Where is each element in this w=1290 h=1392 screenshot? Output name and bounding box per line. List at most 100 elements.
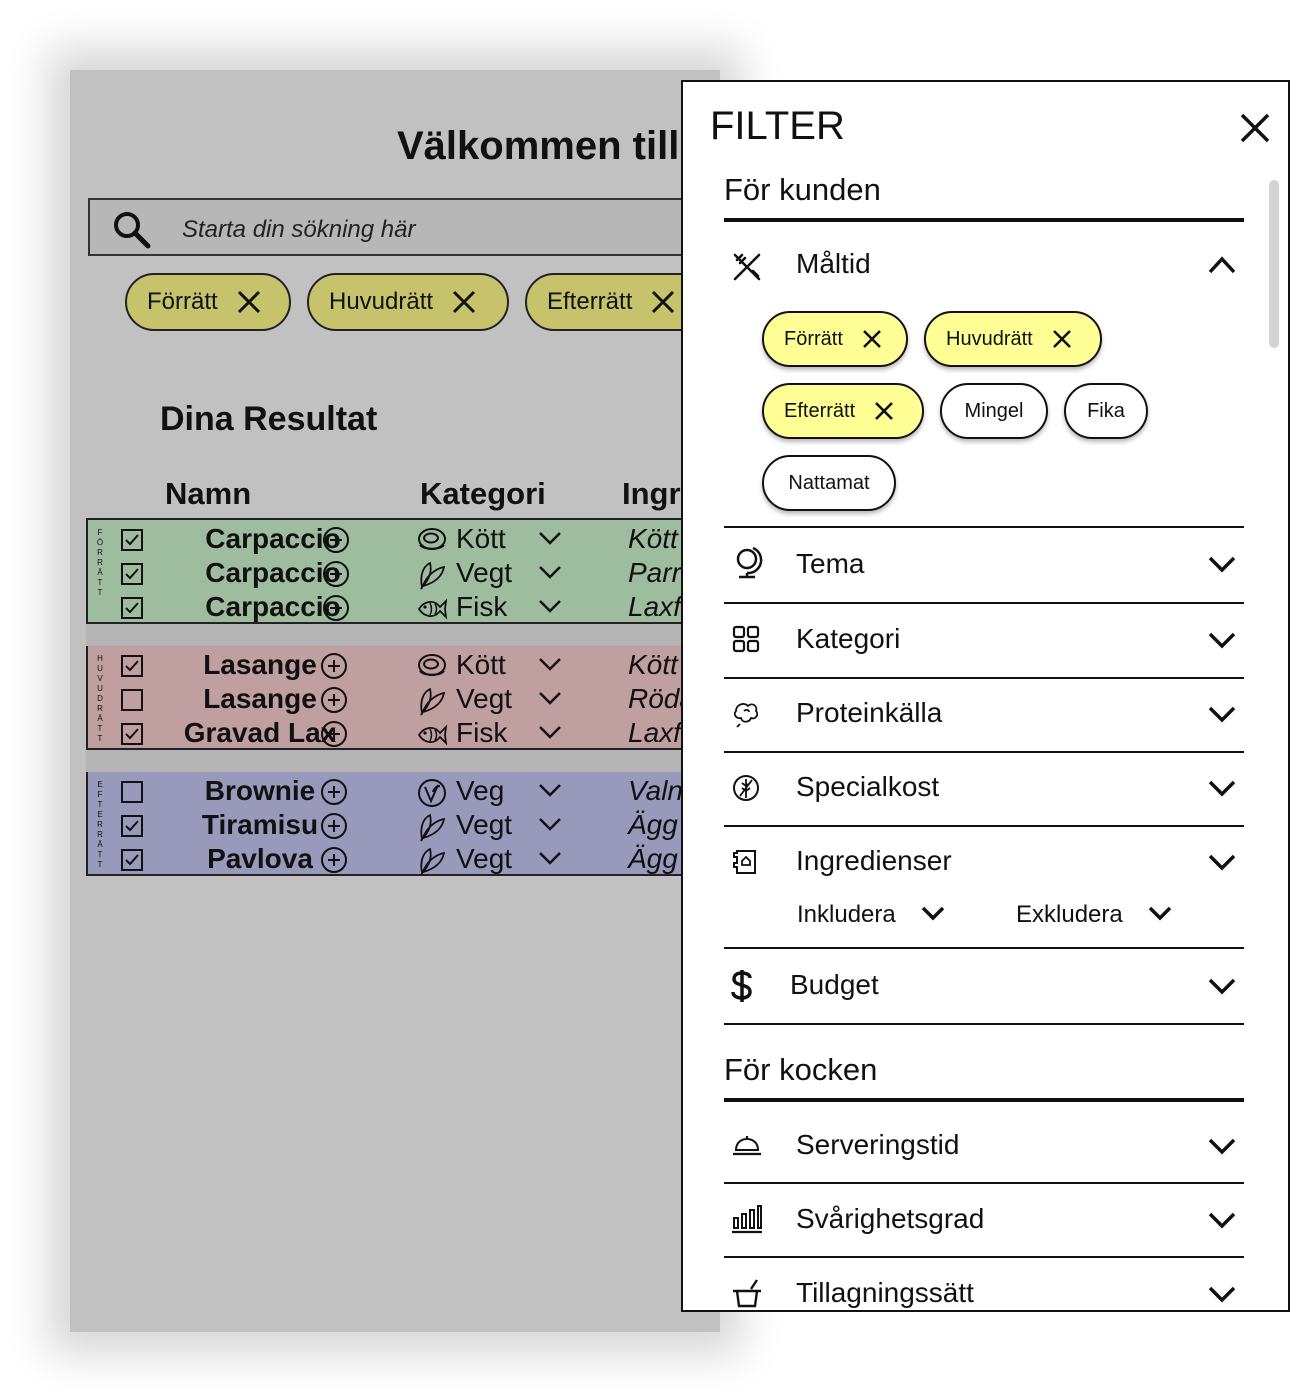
- dish-name[interactable]: Carpaccio: [163, 556, 383, 590]
- divider: [724, 947, 1244, 949]
- include-dropdown[interactable]: Inkludera: [797, 901, 896, 929]
- chevron-down-icon[interactable]: [538, 724, 562, 740]
- search-icon: [114, 212, 151, 249]
- chevron-down-icon[interactable]: [538, 816, 562, 832]
- divider: [86, 750, 720, 772]
- add-circle-icon[interactable]: [322, 526, 350, 554]
- chevron-down-icon[interactable]: [1207, 852, 1237, 872]
- accordion-label-serveringstid[interactable]: Serveringstid: [796, 1129, 959, 1161]
- checkbox-checked-icon[interactable]: [120, 814, 144, 838]
- add-circle-icon[interactable]: [322, 560, 350, 588]
- chevron-down-icon[interactable]: [1207, 976, 1237, 996]
- checkbox-checked-icon[interactable]: [120, 848, 144, 872]
- chevron-down-icon[interactable]: [538, 598, 562, 614]
- checkbox-icon[interactable]: [120, 780, 144, 804]
- accordion-label-kategori[interactable]: Kategori: [796, 623, 900, 655]
- ingredient-label: Parr: [628, 557, 681, 588]
- accordion-label-specialkost[interactable]: Specialkost: [796, 771, 939, 803]
- meal-option-chip[interactable]: Mingel: [940, 383, 1048, 439]
- chevron-down-icon[interactable]: [538, 656, 562, 672]
- meat-icon: [418, 654, 446, 676]
- chevron-down-icon[interactable]: [920, 905, 946, 923]
- checkbox-icon[interactable]: [120, 688, 144, 712]
- table-row[interactable]: Carpaccio Fisk Laxf: [88, 590, 720, 624]
- accordion-label-svarighetsgrad[interactable]: Svårighetsgrad: [796, 1203, 984, 1235]
- table-row[interactable]: Pavlova Vegt Ägg: [88, 842, 720, 876]
- chevron-down-icon[interactable]: [1207, 778, 1237, 798]
- leaf-icon: [420, 813, 446, 842]
- accordion-label-budget[interactable]: Budget: [790, 969, 879, 1001]
- meal-option-chip[interactable]: Fika: [1064, 383, 1148, 439]
- meal-option-chip[interactable]: Nattamat: [762, 455, 896, 511]
- accordion-label-ingredienser[interactable]: Ingredienser: [796, 845, 952, 877]
- accordion-label-tillagningssatt[interactable]: Tillagningssätt: [796, 1277, 974, 1309]
- checkbox-checked-icon[interactable]: [120, 596, 144, 620]
- meat-icon: [418, 528, 446, 550]
- checkbox-checked-icon[interactable]: [120, 722, 144, 746]
- category-label: Vegt: [456, 843, 513, 874]
- table-row[interactable]: Carpaccio Kött Kött: [88, 522, 720, 556]
- divider: [724, 1182, 1244, 1184]
- add-circle-icon[interactable]: [320, 778, 348, 806]
- accordion-label-maltid[interactable]: Måltid: [796, 248, 871, 280]
- dish-name[interactable]: Carpaccio: [163, 522, 383, 556]
- filter-chip-forratt[interactable]: Förrätt: [125, 273, 291, 331]
- checkbox-checked-icon[interactable]: [120, 654, 144, 678]
- chevron-down-icon[interactable]: [538, 782, 562, 798]
- add-circle-icon[interactable]: [320, 720, 348, 748]
- divider: [724, 825, 1244, 827]
- search-bar[interactable]: Starta din sökning här: [88, 198, 720, 256]
- table-row[interactable]: Tiramisu Vegt Ägg: [88, 808, 720, 842]
- add-circle-icon[interactable]: [320, 846, 348, 874]
- chevron-down-icon[interactable]: [538, 530, 562, 546]
- chevron-down-icon[interactable]: [1207, 1284, 1237, 1304]
- chevron-down-icon[interactable]: [538, 850, 562, 866]
- table-row[interactable]: Lasange Kött Kött: [88, 648, 720, 682]
- close-icon[interactable]: [650, 289, 676, 315]
- add-circle-icon[interactable]: [322, 594, 350, 622]
- chevron-down-icon[interactable]: [1147, 905, 1173, 923]
- main-page: Välkommen till Starta din sökning här Fö…: [70, 70, 720, 1332]
- exclude-dropdown[interactable]: Exkludera: [1016, 901, 1123, 929]
- accordion-label-proteinkalla[interactable]: Proteinkälla: [796, 697, 942, 729]
- dish-name[interactable]: Carpaccio: [163, 590, 383, 624]
- ingredient-label: Ägg: [628, 809, 678, 840]
- meal-option-chip[interactable]: Efterrätt: [762, 383, 924, 439]
- scrollbar[interactable]: [1269, 180, 1279, 348]
- chevron-down-icon[interactable]: [1207, 704, 1237, 724]
- fish-icon: [417, 724, 448, 746]
- ingredient-label: Kött: [628, 649, 678, 680]
- checkbox-checked-icon[interactable]: [120, 528, 144, 552]
- close-icon[interactable]: [861, 328, 883, 350]
- filter-panel: FILTER För kunden Måltid Förrätt Huvudrät…: [681, 80, 1290, 1312]
- add-circle-icon[interactable]: [320, 652, 348, 680]
- chevron-down-icon[interactable]: [1207, 554, 1237, 574]
- chevron-up-icon[interactable]: [1207, 255, 1237, 275]
- table-row[interactable]: Carpaccio Vegt Parr: [88, 556, 720, 590]
- search-input[interactable]: Starta din sökning här: [182, 216, 415, 244]
- table-row[interactable]: Lasange Vegt Röda: [88, 682, 720, 716]
- ingredient-label: Kött: [628, 523, 678, 554]
- close-icon[interactable]: [1051, 328, 1073, 350]
- chevron-down-icon[interactable]: [1207, 1210, 1237, 1230]
- table-row[interactable]: Gravad Lax Fisk Laxf: [88, 716, 720, 750]
- chevron-down-icon[interactable]: [1207, 630, 1237, 650]
- section-title-chef: För kocken: [724, 1052, 878, 1087]
- accordion-label-tema[interactable]: Tema: [796, 548, 864, 580]
- meal-option-chip[interactable]: Huvudrätt: [924, 311, 1102, 367]
- meal-option-chip[interactable]: Förrätt: [762, 311, 908, 367]
- category-label: Fisk: [456, 717, 508, 748]
- add-circle-icon[interactable]: [320, 686, 348, 714]
- close-icon[interactable]: [1239, 112, 1271, 144]
- filter-chip-huvudratt[interactable]: Huvudrätt: [307, 273, 509, 331]
- table-row[interactable]: Brownie Veg Valn: [88, 774, 720, 808]
- chevron-down-icon[interactable]: [538, 690, 562, 706]
- leaf-icon: [420, 687, 446, 716]
- close-icon[interactable]: [236, 289, 262, 315]
- chevron-down-icon[interactable]: [1207, 1136, 1237, 1156]
- checkbox-checked-icon[interactable]: [120, 562, 144, 586]
- close-icon[interactable]: [451, 289, 477, 315]
- close-icon[interactable]: [873, 400, 895, 422]
- add-circle-icon[interactable]: [320, 812, 348, 840]
- chevron-down-icon[interactable]: [538, 564, 562, 580]
